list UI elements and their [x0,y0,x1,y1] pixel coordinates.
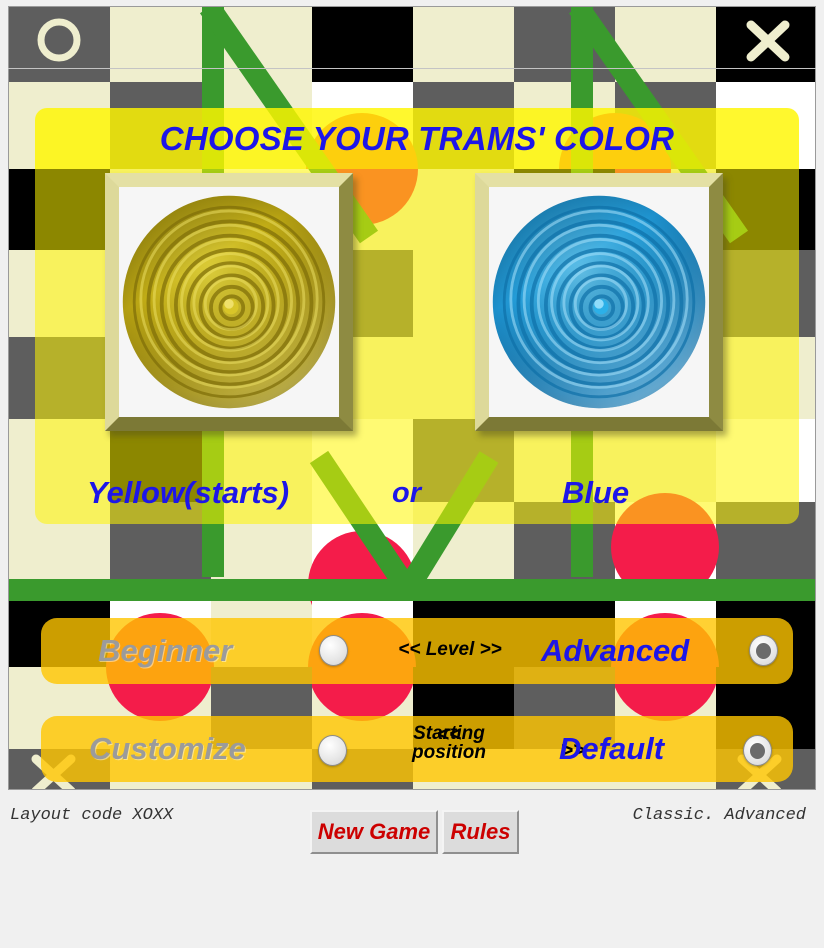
blue-label[interactable]: Blue [562,475,629,511]
rules-button[interactable]: Rules [442,810,519,854]
blue-piece-button[interactable] [475,173,723,431]
starting-customize-label[interactable]: Customize [89,731,246,767]
dialog-title-bar: CHOOSE YOUR TRAMS' COLOR [35,108,799,169]
level-advanced-label[interactable]: Advanced [541,633,689,669]
or-label: or [392,476,421,509]
starting-default-label[interactable]: Default [559,731,664,767]
yellow-label[interactable]: Yellow(starts) [87,475,289,511]
page-title: CHOOSE YOUR TRAMS' COLOR [159,119,675,157]
starting-position-option-row: Customize << Starting position >> Defaul… [41,716,793,782]
yellow-disc-icon [122,195,336,409]
starting-divider-label: Starting position [412,723,486,764]
layout-code-text: Layout code XOXX [10,806,174,825]
starting-default-radio[interactable] [743,735,772,766]
blue-disc-icon [492,195,706,409]
mode-status-text: Classic. Advanced [632,806,806,825]
blue-piece-inner [489,187,709,417]
board-container: CHOOSE YOUR TRAMS' COLOR Yellow(starts) … [0,0,824,796]
game-board[interactable]: CHOOSE YOUR TRAMS' COLOR Yellow(starts) … [8,6,816,790]
yellow-piece-button[interactable] [105,173,353,431]
radio-dot [756,642,771,659]
level-option-row: Beginner << Level >> Advanced [41,618,793,684]
app-window: CHOOSE YOUR TRAMS' COLOR Yellow(starts) … [0,0,824,948]
level-beginner-radio[interactable] [319,635,348,666]
level-divider-label: << Level >> [398,639,502,660]
starting-customize-radio[interactable] [318,735,347,766]
level-advanced-radio[interactable] [749,635,778,666]
new-game-button[interactable]: New Game [310,810,438,854]
yellow-piece-inner [119,187,339,417]
level-beginner-label[interactable]: Beginner [98,633,232,669]
bottom-divider [8,68,816,69]
color-labels-row: Yellow(starts) or Blue [35,462,799,524]
radio-dot [750,742,765,759]
